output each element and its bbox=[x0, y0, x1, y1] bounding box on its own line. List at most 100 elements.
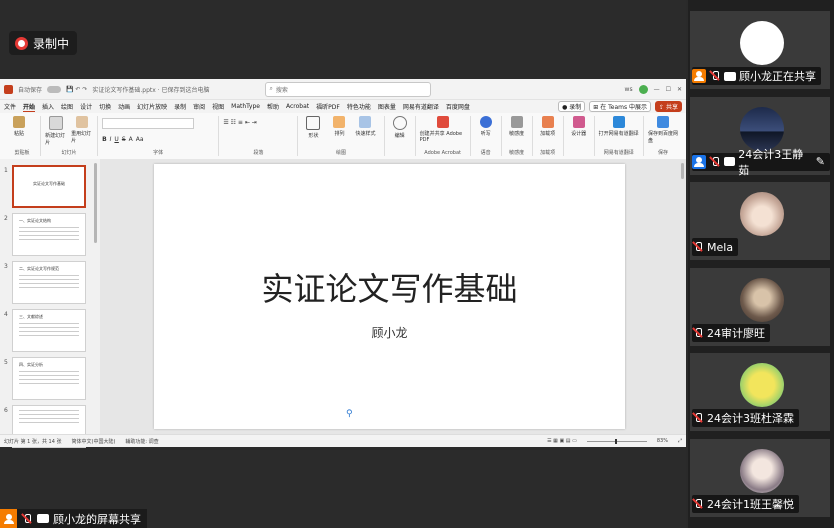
ribbon-tab[interactable]: MathType bbox=[231, 103, 260, 110]
participant-tile[interactable]: 24审计廖旺 bbox=[690, 267, 830, 346]
ribbon-tab[interactable]: 切换 bbox=[99, 102, 111, 111]
teams-present-button[interactable]: ⊞ 在 Teams 中展示 bbox=[589, 101, 652, 112]
font-format-buttons[interactable]: B I U S A Aa bbox=[102, 136, 214, 143]
slide-number: 4 bbox=[4, 311, 8, 318]
participant-nametag: 24审计廖旺 bbox=[692, 323, 770, 342]
ribbon-tab[interactable]: 绘图 bbox=[61, 102, 73, 111]
ribbon-tab[interactable]: 视图 bbox=[212, 102, 224, 111]
ribbon-tab[interactable]: 审阅 bbox=[193, 102, 205, 111]
participant-nametag: 24会计3班杜泽霖 bbox=[692, 409, 799, 427]
search-input[interactable]: ⌕ 搜索 bbox=[264, 81, 431, 97]
slide-title[interactable]: 实证论文写作基础 bbox=[154, 264, 625, 310]
slide-scrollbar[interactable] bbox=[681, 163, 684, 179]
zoom-slider[interactable] bbox=[586, 438, 647, 444]
participant-name: 24会计3王静茹 bbox=[738, 147, 804, 177]
ribbon-tab[interactable]: 百度网盘 bbox=[446, 102, 470, 111]
person-icon bbox=[692, 154, 706, 169]
recording-indicator[interactable]: 录制中 bbox=[9, 31, 78, 55]
group-acrobat: 创建并共享 Adobe PDF Adobe Acrobat bbox=[416, 116, 471, 156]
participant-tile[interactable]: 顾小龙正在共享 bbox=[690, 11, 830, 89]
ribbon-tab[interactable]: 网易有道翻译 bbox=[403, 102, 439, 111]
record-button[interactable]: ● 录制 bbox=[558, 101, 586, 112]
zoom-level[interactable]: 83% bbox=[657, 438, 668, 444]
record-icon bbox=[15, 36, 28, 50]
language[interactable]: 简体中文(中国大陆) bbox=[72, 438, 116, 445]
powerpoint-icon bbox=[4, 84, 13, 94]
ribbon-tab[interactable]: Acrobat bbox=[286, 103, 309, 110]
ribbon-tab[interactable]: 图表量 bbox=[378, 102, 396, 111]
ribbon-tab[interactable]: 开始 bbox=[23, 102, 36, 112]
participant-name: 24会计1班王馨悦 bbox=[707, 497, 794, 511]
thumbnail-line bbox=[19, 335, 79, 336]
thumbnail-line bbox=[19, 331, 79, 332]
group-clipboard: 粘贴 剪贴板 bbox=[4, 116, 42, 156]
autosave-toggle[interactable] bbox=[47, 85, 62, 93]
screen-share-icon bbox=[37, 514, 49, 523]
ribbon-tab[interactable]: 设计 bbox=[80, 102, 92, 111]
group-designer: 设计器 bbox=[564, 116, 595, 156]
fit-slide-icon[interactable]: ⤢ bbox=[678, 438, 682, 444]
font-family-select[interactable] bbox=[102, 118, 195, 129]
title-bar: 自动保存 💾 ↶ ↷ 实证论文写作基础.pptx · 已保存到这台电脑 ⌕ 搜索… bbox=[0, 79, 686, 100]
close-icon[interactable]: ✕ bbox=[677, 86, 682, 93]
participant-tile[interactable]: 24会计3班杜泽霖 bbox=[690, 353, 830, 431]
participant-name: 顾小龙正在共享 bbox=[739, 70, 816, 83]
designer-idea-icon[interactable]: ⚲ bbox=[346, 409, 353, 419]
participant-list: 顾小龙正在共享 24会计3王静茹 ✎ Mela 24审计廖旺 24会计3班杜泽霖 24会计1… bbox=[688, 0, 834, 528]
participant-name: Mela bbox=[707, 240, 734, 254]
mic-muted-icon bbox=[692, 412, 704, 424]
avatar bbox=[740, 192, 784, 236]
thumbnail-line bbox=[19, 287, 79, 288]
view-buttons[interactable]: ☰ ▦ ▣ ▤ ▭ bbox=[547, 438, 577, 444]
participant-name: 24会计3班杜泽霖 bbox=[707, 412, 794, 425]
participant-tile[interactable]: 24会计3王静茹 ✎ bbox=[690, 96, 830, 177]
thumbnail-scrollbar[interactable] bbox=[94, 163, 97, 243]
slide-thumbnail[interactable]: 三、文献综述 bbox=[12, 309, 86, 352]
participant-tile[interactable]: Mela bbox=[690, 182, 830, 260]
screen-icon bbox=[723, 157, 736, 166]
avatar bbox=[740, 106, 784, 151]
ribbon-tab[interactable]: 动画 bbox=[118, 102, 130, 111]
thumbnail-line bbox=[19, 379, 79, 380]
ribbon-tab[interactable]: 插入 bbox=[42, 102, 54, 111]
mic-muted-icon bbox=[709, 70, 721, 82]
participant-nametag: 顾小龙正在共享 bbox=[692, 67, 821, 85]
slide-subtitle[interactable]: 顾小龙 bbox=[154, 324, 625, 341]
ribbon-tab[interactable]: 录制 bbox=[174, 102, 186, 111]
designer-button[interactable]: 设计器 bbox=[568, 116, 590, 156]
group-voice: 听写 语音 bbox=[471, 116, 502, 156]
slide-number: 3 bbox=[4, 263, 8, 270]
pencil-icon: ✎ bbox=[815, 155, 825, 168]
participant-nametag: 24会计3王静茹 ✎ bbox=[692, 148, 830, 177]
slide-thumbnail-pane: 1 实证论文写作基础 2 一、实证论文结构 3 二、实证论文写作规范 4 三、文献综述 5 四、实… bbox=[0, 159, 100, 448]
presenter-label: 顾小龙的屏幕共享 bbox=[53, 512, 141, 526]
slide-thumbnail[interactable]: 二、实证论文写作规范 bbox=[12, 261, 86, 304]
save-icon[interactable]: 💾 ↶ ↷ bbox=[66, 86, 87, 93]
ribbon-tab[interactable]: 文件 bbox=[4, 102, 16, 111]
slide-number: 6 bbox=[4, 407, 8, 414]
ribbon-tabs: 文件 开始 插入 绘图 设计 切换 动画 幻灯片放映 录制 审阅 视图 MathType 帮助 Acrob… bbox=[0, 100, 686, 113]
ribbon-tab[interactable]: 帮助 bbox=[267, 102, 279, 111]
search-placeholder: 搜索 bbox=[275, 86, 288, 94]
minimize-icon[interactable]: — bbox=[654, 86, 660, 93]
ribbon-tab[interactable]: 幻灯片放映 bbox=[137, 102, 167, 111]
ribbon-tab[interactable]: 特色功能 bbox=[347, 102, 371, 111]
avatar bbox=[740, 277, 784, 322]
editing-button[interactable]: 编辑 bbox=[389, 116, 411, 156]
slide-thumbnail[interactable]: 一、实证论文结构 bbox=[12, 213, 86, 256]
thumbnail-line bbox=[19, 283, 79, 284]
ribbon-tab[interactable]: 福昕PDF bbox=[316, 102, 340, 111]
menu-right: ● 录制 ⊞ 在 Teams 中展示 ⇪ 共享 bbox=[558, 101, 682, 112]
account-avatar[interactable] bbox=[638, 84, 648, 94]
accessibility-status[interactable]: 辅助功能: 调查 bbox=[125, 438, 158, 445]
share-button[interactable]: ⇪ 共享 bbox=[655, 101, 682, 112]
slide-thumbnail[interactable]: 四、实证分析 bbox=[12, 357, 86, 400]
participant-tile[interactable]: 24会计1班王馨悦 bbox=[690, 438, 830, 517]
slide-thumbnail[interactable]: 实证论文写作基础 bbox=[12, 165, 86, 208]
maximize-icon[interactable]: ☐ bbox=[666, 86, 671, 93]
presenter-person-icon bbox=[0, 509, 17, 528]
participant-nametag: 24会计1班王馨悦 bbox=[692, 494, 799, 513]
ribbon: 粘贴 剪贴板 新建幻灯片 重用幻灯片 幻灯片 B I U S A Aa 字体 ☰ ☷ ≡ … bbox=[0, 113, 686, 163]
thumbnail-line bbox=[19, 275, 79, 276]
slide-canvas[interactable]: 实证论文写作基础 顾小龙 ⚲ bbox=[154, 164, 625, 429]
